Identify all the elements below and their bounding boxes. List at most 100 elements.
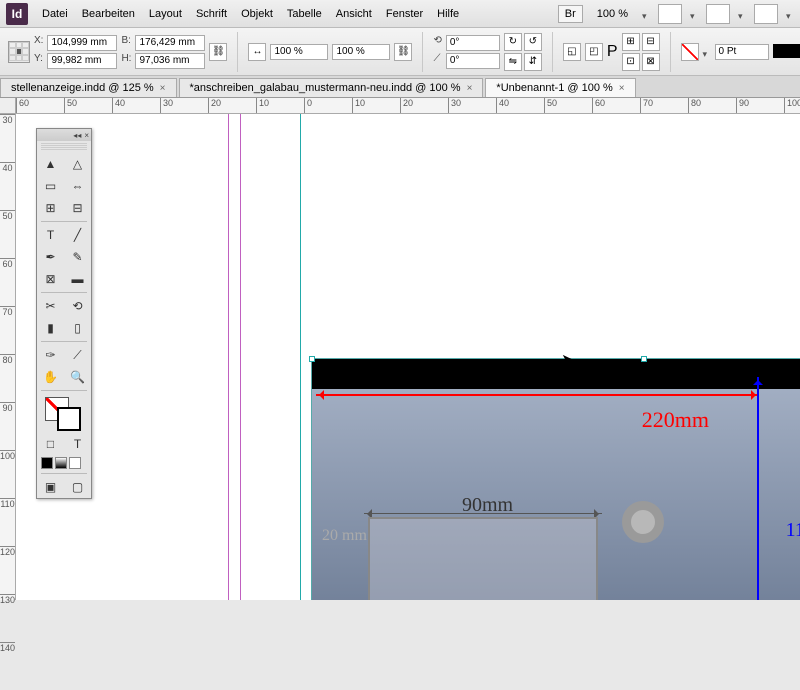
x-field[interactable]: 104,999 mm [47,35,117,51]
close-icon[interactable]: × [84,131,89,140]
x-label: X: [34,35,43,51]
constrain-link-icon[interactable]: ⛓ [209,43,227,61]
zoom-tool[interactable]: 🔍 [64,366,91,388]
workspace-button[interactable] [754,4,778,24]
ruler-tick: 60 [0,258,15,306]
format-container-tool[interactable]: □ [37,433,64,455]
guide-vertical[interactable] [228,114,229,600]
chevron-down-icon[interactable] [786,10,794,18]
menu-fenster[interactable]: Fenster [386,8,423,20]
rotate-cw-icon[interactable]: ↻ [504,33,522,51]
apply-color-button[interactable] [41,457,53,469]
selection-tool[interactable]: ▲ [37,153,64,175]
canvas[interactable]: 220mm 90mm 20 mm 45mm 114 mm [16,114,800,600]
direct-selection-tool[interactable]: △ [64,153,91,175]
apply-none-button[interactable] [69,457,81,469]
fill-stroke-control[interactable] [37,393,91,433]
menu-schrift[interactable]: Schrift [196,8,227,20]
zoom-level-display[interactable]: 100 % [591,6,634,22]
flip-h-icon[interactable]: ⇋ [504,53,522,71]
chevron-down-icon[interactable] [703,48,711,56]
toolbox-header[interactable]: ◂◂× [37,129,91,141]
rotate-field[interactable]: 0° [446,35,500,51]
bridge-button[interactable]: Br [558,5,583,23]
reference-point-selector[interactable] [8,41,30,63]
rectangle-frame-tool[interactable]: ⊠ [37,268,64,290]
stroke-color[interactable] [57,407,81,431]
arrange-button[interactable] [706,4,730,24]
scale-x-icon: ↔ [248,43,266,61]
pencil-tool[interactable]: ✎ [64,246,91,268]
menu-tabelle[interactable]: Tabelle [287,8,322,20]
type-tool[interactable]: T [37,224,64,246]
color-apply-buttons [37,455,91,471]
menu-datei[interactable]: Datei [42,8,68,20]
fit-content-icon[interactable]: ⊟ [642,33,660,51]
tab-anschreiben[interactable]: *anschreiben_galabau_mustermann-neu.indd… [179,78,484,97]
guide-vertical[interactable] [240,114,241,600]
constrain-scale-icon[interactable]: ⛓ [394,43,412,61]
chevron-down-icon[interactable] [690,10,698,18]
preview-button[interactable]: ▢ [64,476,91,498]
close-icon[interactable]: × [160,83,166,94]
gradient-swatch-tool[interactable]: ▮ [37,317,64,339]
note-tool[interactable]: ✑ [37,344,64,366]
tab-unbenannt[interactable]: *Unbenannt-1 @ 100 %× [485,78,635,97]
close-icon[interactable]: × [619,83,625,94]
center-icon[interactable]: ⊡ [622,53,640,71]
stroke-style-swatch[interactable] [773,44,800,58]
ruler-tick: 20 [400,98,448,113]
line-tool[interactable]: ╱ [64,224,91,246]
tab-stellenanzeige[interactable]: stellenanzeige.indd @ 125 %× [0,78,177,97]
hand-tool[interactable]: ✋ [37,366,64,388]
gap-tool[interactable]: ⇔ [64,175,91,197]
placed-image-frame[interactable]: 220mm 90mm 20 mm 45mm 114 mm [311,358,800,600]
content-collector-tool[interactable]: ⊞ [37,197,64,219]
select-content-icon[interactable]: ◰ [585,43,603,61]
content-placer-tool[interactable]: ⊟ [64,197,91,219]
page-tool[interactable]: ▭ [37,175,64,197]
dimension-line-90 [364,513,602,514]
screen-mode-button[interactable] [658,4,682,24]
stroke-weight-field[interactable]: 0 Pt [715,44,769,60]
eyedropper-tool[interactable]: ⟋ [64,344,91,366]
format-text-tool[interactable]: T [64,433,91,455]
collapse-icon[interactable]: ◂◂ [73,131,81,140]
rotate-ccw-icon[interactable]: ↺ [524,33,542,51]
w-field[interactable]: 176,429 mm [135,35,205,51]
scale-y-field[interactable]: 100 % [332,44,390,60]
h-field[interactable]: 97,036 mm [135,53,205,69]
ruler-origin[interactable] [0,98,16,114]
vertical-ruler[interactable]: 30405060708090100110120130140 [0,114,16,600]
fill-frame-icon[interactable]: ⊠ [642,53,660,71]
gradient-feather-tool[interactable]: ▯ [64,317,91,339]
menu-ansicht[interactable]: Ansicht [336,8,372,20]
fill-swatch[interactable] [681,43,699,61]
chevron-down-icon[interactable] [738,10,746,18]
tab-label: *anschreiben_galabau_mustermann-neu.indd… [190,82,461,94]
close-icon[interactable]: × [467,83,473,94]
horizontal-ruler[interactable]: 6050403020100102030405060708090100110120… [16,98,800,114]
apply-gradient-button[interactable] [55,457,67,469]
guide-vertical[interactable] [300,114,301,600]
toolbox-grip[interactable] [41,143,87,151]
menu-layout[interactable]: Layout [149,8,182,20]
pen-tool[interactable]: ✒ [37,246,64,268]
flip-v-icon[interactable]: ⇵ [524,53,542,71]
selection-handle[interactable] [309,356,315,362]
fit-frame-icon[interactable]: ⊞ [622,33,640,51]
ruler-tick: 90 [736,98,784,113]
rectangle-tool[interactable]: ▬ [64,268,91,290]
selection-handle[interactable] [641,356,647,362]
free-transform-tool[interactable]: ⟲ [64,295,91,317]
scissors-tool[interactable]: ✂ [37,295,64,317]
normal-view-button[interactable]: ▣ [37,476,64,498]
menu-objekt[interactable]: Objekt [241,8,273,20]
menu-hilfe[interactable]: Hilfe [437,8,459,20]
scale-x-field[interactable]: 100 % [270,44,328,60]
select-container-icon[interactable]: ◱ [563,43,581,61]
chevron-down-icon[interactable] [642,10,650,18]
menu-bearbeiten[interactable]: Bearbeiten [82,8,135,20]
shear-field[interactable]: 0° [446,53,500,69]
y-field[interactable]: 99,982 mm [47,53,117,69]
